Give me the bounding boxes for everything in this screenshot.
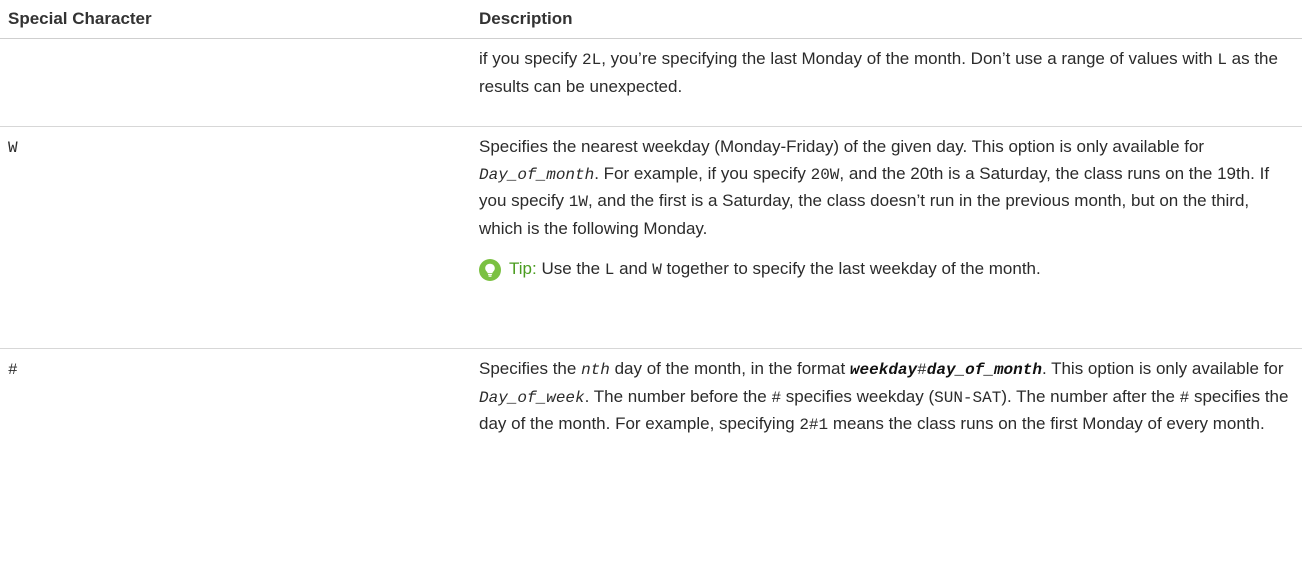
table-row: if you specify 2L, you’re specifying the… (0, 38, 1302, 127)
text-fragment: Specifies the (479, 359, 582, 378)
special-character: W (8, 139, 18, 157)
code-bold-italic-fragment: weekday (849, 361, 918, 379)
code-fragment: 20W (810, 165, 840, 184)
code-italic-fragment: Day_of_week (479, 388, 585, 407)
description-text: Specifies the nearest weekday (Monday-Fr… (479, 134, 1294, 242)
code-italic-fragment: Day_of_month (479, 165, 595, 184)
text-fragment: means the class runs on the first Monday… (828, 414, 1265, 433)
code-bold-italic-fragment: day_of_month (926, 361, 1042, 379)
code-fragment: # (1179, 388, 1190, 407)
text-fragment: together to specify the last weekday of … (661, 259, 1041, 278)
special-character: # (8, 361, 18, 379)
special-character-cell: # (0, 349, 471, 535)
text-fragment: , you’re specifying the last Monday of t… (601, 49, 1218, 68)
code-fragment: # (917, 361, 927, 379)
code-italic-fragment: nth (581, 361, 610, 379)
text-fragment: ). The number after the (1001, 386, 1180, 406)
text-fragment: Use the (536, 259, 605, 278)
text-fragment: specifies weekday ( (781, 386, 935, 406)
description-cell: Specifies the nearest weekday (Monday-Fr… (471, 126, 1302, 349)
tip-text: Tip: Use the L and W together to specify… (509, 256, 1041, 284)
code-fragment: W (652, 261, 662, 279)
description-text: Specifies the nth day of the month, in t… (479, 356, 1294, 439)
table-row: W Specifies the nearest weekday (Monday-… (0, 126, 1302, 349)
code-fragment: L (1217, 51, 1227, 69)
text-fragment: day of the month, in the format (609, 359, 850, 378)
tip-callout: Tip: Use the L and W together to specify… (479, 256, 1294, 284)
tip-label: Tip: (509, 259, 537, 278)
special-character-cell (0, 38, 471, 127)
column-header-description: Description (471, 0, 1302, 39)
text-fragment: . This option is only available for (1041, 359, 1284, 378)
column-header-special-character: Special Character (0, 0, 471, 39)
code-fragment: 2L (582, 51, 602, 69)
code-fragment: SUN-SAT (934, 388, 1002, 407)
special-characters-table: Special Character Description if you spe… (0, 0, 1302, 534)
text-fragment: if you specify (479, 49, 582, 68)
lightbulb-icon (479, 258, 501, 281)
text-fragment: , and the first is a Saturday, the class… (479, 191, 1250, 238)
code-fragment: 1W (568, 193, 588, 211)
text-fragment: Specifies the nearest weekday (Monday-Fr… (479, 137, 1205, 156)
text-fragment: and (614, 259, 653, 278)
description-text: if you specify 2L, you’re specifying the… (479, 46, 1294, 100)
text-fragment: . For example, if you specify (594, 163, 811, 183)
code-fragment: L (604, 261, 615, 279)
code-fragment: # (771, 388, 782, 407)
description-cell: if you specify 2L, you’re specifying the… (471, 38, 1302, 127)
table-header-row: Special Character Description (0, 0, 1302, 39)
table-row: # Specifies the nth day of the month, in… (0, 349, 1302, 535)
documentation-page: Special Character Description if you spe… (0, 0, 1302, 565)
special-character-cell: W (0, 126, 471, 349)
code-fragment: 2#1 (799, 416, 829, 434)
text-fragment: . The number before the (584, 386, 772, 406)
description-cell: Specifies the nth day of the month, in t… (471, 349, 1302, 535)
